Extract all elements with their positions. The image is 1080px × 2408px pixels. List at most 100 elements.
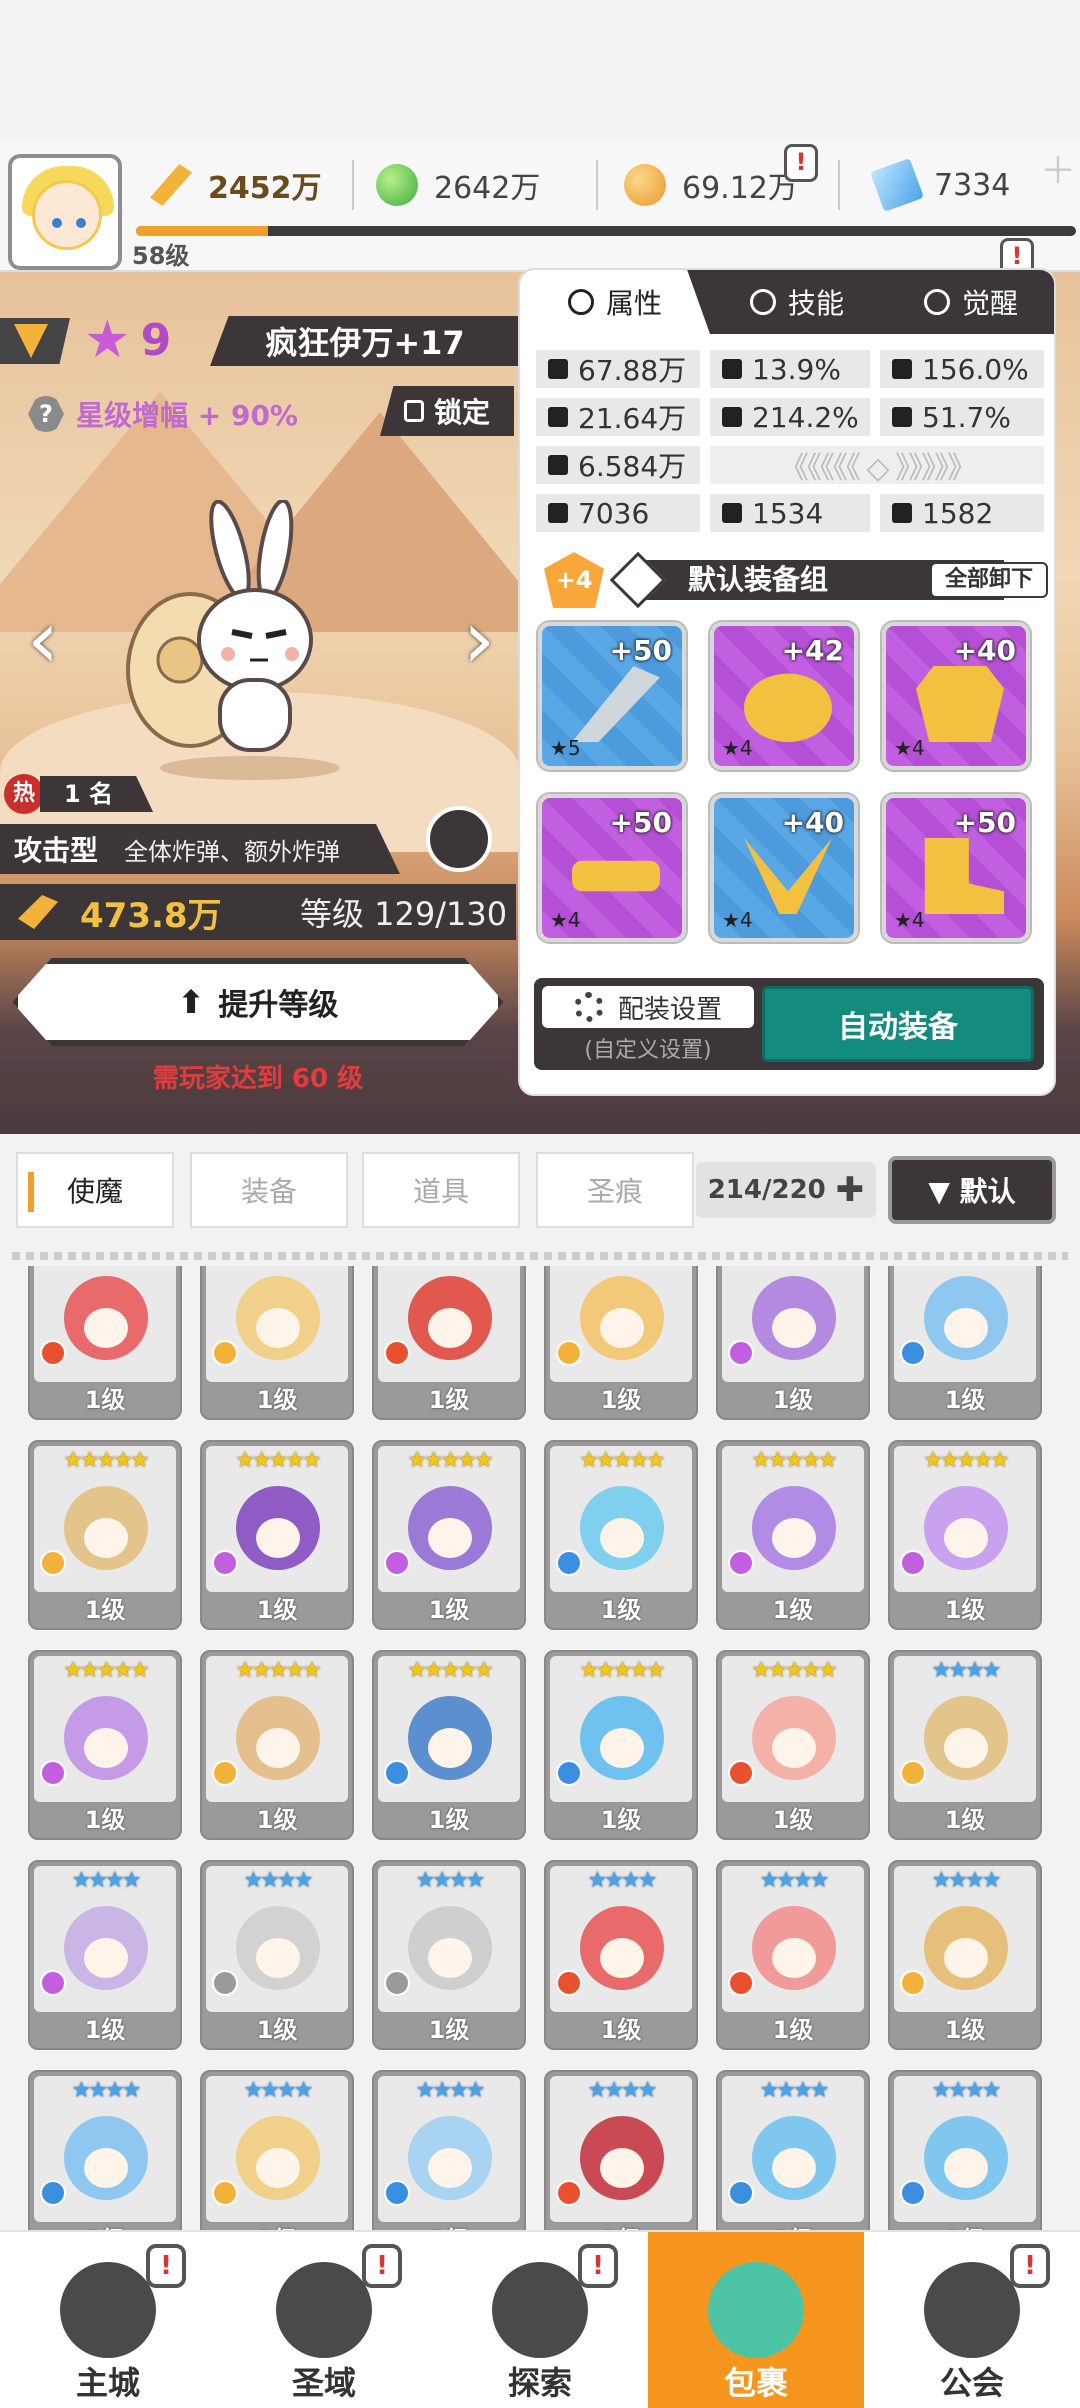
familiar-card[interactable]: ★★★★★ 1级 <box>544 1440 698 1630</box>
familiar-card[interactable]: ★★★★ 1级 <box>544 2070 698 2230</box>
familiar-card[interactable]: ★★★★ 1级 <box>28 1860 182 2050</box>
familiar-card[interactable]: ★★★★★ 1级 <box>372 1650 526 1840</box>
nav-castle[interactable]: 主城! <box>0 2232 216 2408</box>
gold-resource[interactable]: 69.12万 <box>624 160 798 210</box>
nav-alert-icon: ! <box>146 2244 186 2288</box>
tab-items[interactable]: 道具 <box>362 1152 520 1228</box>
familiar-card[interactable]: ★★★★★ 1级 <box>544 1650 698 1840</box>
tab-awaken[interactable]: 觉醒 <box>884 270 1054 334</box>
equipment-slot-helmet[interactable]: +42 ★4 <box>710 622 858 770</box>
stat-speed[interactable]: 51.7% <box>880 398 1044 436</box>
familiar-card[interactable]: ★★★★ 1级 <box>716 1860 870 2050</box>
familiar-card[interactable]: ★★★★ 1级 <box>544 1860 698 2050</box>
config-label: 配装设置 <box>617 994 722 1025</box>
stat-s3[interactable]: 1582 <box>880 494 1044 532</box>
familiar-card[interactable]: ★★★★★ 1级 <box>372 1440 526 1630</box>
familiar-stars: ★★★★★ <box>751 1658 838 1683</box>
bottom-navigation: 主城! 圣域! 探索! 包裹 公会! <box>0 2230 1080 2408</box>
familiar-card[interactable]: ★★★★ 1级 <box>372 1860 526 2050</box>
config-settings-button[interactable]: 配装设置 <box>542 986 754 1028</box>
equipment-slot-sword[interactable]: +50 ★5 <box>538 622 686 770</box>
attribute-icon <box>567 289 594 315</box>
stat-s2[interactable]: 1534 <box>710 494 870 532</box>
equipment-slot-boots[interactable]: +50 ★4 <box>882 794 1030 942</box>
familiar-face <box>84 1938 128 1978</box>
unload-all-button[interactable]: 全部卸下 <box>930 562 1048 598</box>
equipment-slot-armor[interactable]: +40 ★4 <box>882 622 1030 770</box>
familiar-card[interactable]: ★★★★★ 1级 <box>28 1650 182 1840</box>
nav-portal[interactable]: 圣域! <box>216 2232 432 2408</box>
gem-resource[interactable]: 2642万 <box>376 160 540 210</box>
familiar-card[interactable]: ★★★★★ 1级 <box>716 1266 870 1420</box>
add-crystal-icon[interactable]: ＋ <box>1040 154 1076 190</box>
nav-sword-stone[interactable]: 探索! <box>432 2232 648 2408</box>
hero-portrait[interactable] <box>120 500 360 780</box>
attack-type: 攻击型 <box>14 834 99 867</box>
familiar-card[interactable]: ★★★★★ 1级 <box>200 1266 354 1420</box>
divider <box>12 1252 1068 1260</box>
familiar-card[interactable]: ★★★★ 1级 <box>200 1860 354 2050</box>
tab-familiars[interactable]: 使魔 <box>16 1152 174 1228</box>
upgrade-level-button[interactable]: ⬆ 提升等级 <box>12 958 504 1046</box>
familiar-level: 1级 <box>718 2222 868 2230</box>
config-bar: 配装设置 (自定义设置) 自动装备 <box>534 978 1044 1070</box>
stat-hp[interactable]: 67.88万 <box>536 350 700 388</box>
familiar-card[interactable]: ★★★★ 1级 <box>716 2070 870 2230</box>
familiar-card[interactable]: ★★★★★ 1级 <box>200 1650 354 1840</box>
familiar-card[interactable]: ★★★★★ 1级 <box>372 1266 526 1420</box>
familiar-portrait: ★★★★★ <box>550 1266 692 1382</box>
hot-ranking[interactable]: 热 1 名 <box>4 772 154 816</box>
equipment-slot-necklace[interactable]: +40 ★4 <box>710 794 858 942</box>
crystal-resource[interactable]: 7334 <box>870 158 1010 212</box>
familiar-card[interactable]: ★★★★★ 1级 <box>716 1650 870 1840</box>
sort-dropdown[interactable]: ▼ 默认 <box>888 1156 1056 1224</box>
prev-hero-arrow-icon[interactable]: ‹ <box>18 600 68 680</box>
equipment-slot-belt[interactable]: +50 ★4 <box>538 794 686 942</box>
familiar-card[interactable]: ★★★★★ 1级 <box>200 1440 354 1630</box>
equipment-plus: +50 <box>609 806 672 839</box>
inventory-count[interactable]: 214/220 ✚ <box>696 1162 876 1218</box>
stat-crit[interactable]: 13.9% <box>710 350 870 388</box>
tab-equipment[interactable]: 装备 <box>190 1152 348 1228</box>
next-hero-arrow-icon[interactable]: › <box>454 600 504 680</box>
familiar-card[interactable]: ★★★★★ 1级 <box>544 1266 698 1420</box>
element-icon <box>212 2180 238 2206</box>
familiar-card[interactable]: ★★★★★ 1级 <box>28 1266 182 1420</box>
familiar-face <box>256 1728 300 1768</box>
refresh-icon[interactable] <box>426 806 492 872</box>
stat-row: 6.584万 《《《《《 ◇ 》》》》》 <box>536 446 1044 486</box>
element-icon <box>40 1760 66 1786</box>
familiar-card[interactable]: ★★★★ 1级 <box>888 1650 1042 1840</box>
lock-button[interactable]: 锁定 <box>380 386 514 436</box>
stat-s1[interactable]: 7036 <box>536 494 700 532</box>
nav-bag[interactable]: 包裹 <box>648 2232 864 2408</box>
familiar-card[interactable]: ★★★★★ 1级 <box>888 1266 1042 1420</box>
familiar-card[interactable]: ★★★★ 1级 <box>888 1860 1042 2050</box>
stat-crit-damage[interactable]: 156.0% <box>880 350 1044 388</box>
tab-attributes[interactable]: 属性 <box>520 270 710 334</box>
familiar-stars: ★★★★ <box>759 2078 830 2103</box>
nav-guild[interactable]: 公会! <box>864 2232 1080 2408</box>
familiar-card[interactable]: ★★★★ 1级 <box>372 2070 526 2230</box>
heart-icon <box>548 359 568 379</box>
player-avatar[interactable] <box>8 154 122 270</box>
equipment-stars: ★4 <box>722 736 753 760</box>
familiar-card[interactable]: ★★★★ 1级 <box>888 2070 1042 2230</box>
familiar-card[interactable]: ★★★★★ 1级 <box>888 1440 1042 1630</box>
familiar-card[interactable]: ★★★★★ 1级 <box>716 1440 870 1630</box>
crystal-icon <box>870 158 924 212</box>
auto-equip-button[interactable]: 自动装备 <box>762 986 1034 1062</box>
config-settings[interactable]: 配装设置 (自定义设置) <box>542 986 754 1063</box>
familiar-card[interactable]: ★★★★ 1级 <box>200 2070 354 2230</box>
enhance-badge[interactable]: +4 <box>544 552 604 608</box>
stat-attack[interactable]: 21.64万 <box>536 398 700 436</box>
familiar-face <box>84 1518 128 1558</box>
stat-defense[interactable]: 6.584万 <box>536 446 700 484</box>
star-bonus[interactable]: ? 星级增幅 + 90% <box>28 392 298 436</box>
tab-stigmata[interactable]: 圣痕 <box>536 1152 694 1228</box>
familiar-card[interactable]: ★★★★★ 1级 <box>28 1440 182 1630</box>
tab-skills[interactable]: 技能 <box>710 270 884 334</box>
familiar-card[interactable]: ★★★★ 1级 <box>28 2070 182 2230</box>
stat-accuracy[interactable]: 214.2% <box>710 398 870 436</box>
gear-icon <box>573 992 604 1022</box>
